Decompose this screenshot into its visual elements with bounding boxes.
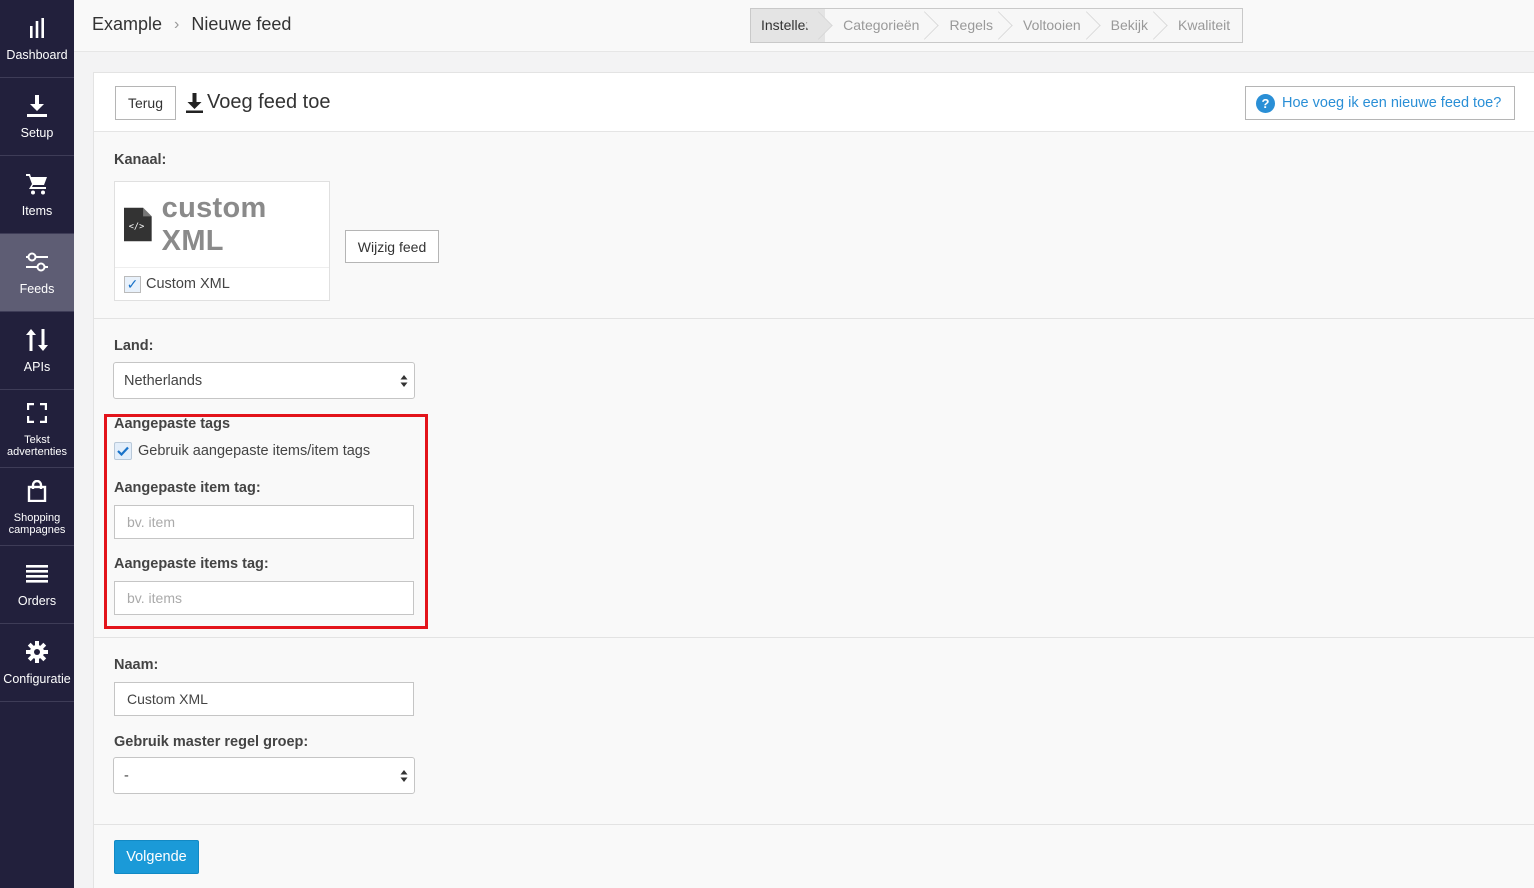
sidebar-item-setup[interactable]: Setup [0, 78, 74, 156]
feed-form-panel: Terug Voeg feed toe ? Hoe voeg ik een ni… [93, 72, 1534, 888]
checkmark-icon [117, 446, 129, 456]
sidebar-item-label: campagnes [8, 523, 66, 536]
custom-tags-checkbox-label: Gebruik aangepaste items/item tags [138, 443, 371, 459]
help-button-label: Hoe voeg ik een nieuwe feed toe? [1282, 95, 1502, 111]
items-tag-label: Aangepaste items tag: [114, 556, 269, 572]
channel-label: Kanaal: [114, 152, 167, 168]
sidebar-item-feeds[interactable]: Feeds [0, 234, 74, 312]
wizard-steps: Instellen Categorieën Regels Voltooien B… [750, 8, 1244, 43]
sidebar-item-label: Shopping [13, 511, 61, 524]
country-select-value: Netherlands [124, 372, 203, 389]
question-icon: ? [1256, 93, 1275, 113]
country-select[interactable]: Netherlands [113, 362, 415, 399]
items-tag-input[interactable] [114, 581, 414, 615]
sidebar-item-label: Setup [20, 126, 54, 140]
custom-tags-checkbox-row: Gebruik aangepaste items/item tags [114, 442, 370, 460]
channel-name: Custom XML [146, 276, 230, 292]
item-tag-input[interactable] [114, 505, 414, 539]
next-button[interactable]: Volgende [114, 840, 199, 874]
download-icon [186, 92, 203, 113]
channel-logo: </> custom XML [115, 182, 329, 268]
item-tag-label: Aangepaste item tag: [114, 480, 261, 496]
checkbox-checked-icon[interactable]: ✓ [124, 275, 141, 293]
sidebar-item-tekst-advertenties[interactable]: Tekst advertenties [0, 390, 74, 468]
sidebar-item-label: Items [21, 204, 53, 218]
download-icon [27, 93, 47, 119]
sidebar-item-label: Feeds [19, 282, 55, 296]
sidebar-item-shopping-campagnes[interactable]: Shopping campagnes [0, 468, 74, 546]
step-kwaliteit[interactable]: Kwaliteit [1160, 9, 1242, 42]
bar-chart-icon [29, 15, 45, 41]
custom-tags-heading: Aangepaste tags [114, 416, 231, 432]
step-voltooien[interactable]: Voltooien [1005, 9, 1093, 42]
step-bekijk[interactable]: Bekijk [1093, 9, 1160, 42]
top-bar: Example › Nieuwe feed Instellen Categori… [74, 0, 1534, 52]
back-button[interactable]: Terug [115, 86, 176, 120]
help-button[interactable]: ? Hoe voeg ik een nieuwe feed toe? [1245, 86, 1515, 120]
step-instellen[interactable]: Instellen [751, 9, 826, 42]
channel-logo-text: custom XML [161, 191, 267, 257]
select-arrows-icon [400, 770, 408, 782]
master-rule-label: Gebruik master regel groep: [114, 734, 309, 750]
custom-tags-checkbox[interactable] [114, 442, 132, 460]
breadcrumb-current: Nieuwe feed [191, 14, 292, 34]
chevron-right-icon: › [174, 15, 180, 33]
shopping-bag-icon [27, 478, 47, 504]
xml-file-icon: </> [124, 207, 152, 242]
sidebar-item-orders[interactable]: Orders [0, 546, 74, 624]
list-icon [26, 561, 48, 587]
sidebar-item-apis[interactable]: APIs [0, 312, 74, 390]
page-title-text: Voeg feed toe [207, 91, 331, 113]
sidebar-item-label: Tekst [24, 433, 50, 446]
select-arrows-icon [400, 375, 408, 387]
sliders-icon [26, 249, 48, 275]
up-down-arrows-icon [26, 327, 48, 353]
channel-checkbox-row: ✓ Custom XML [115, 268, 329, 300]
sidebar-item-configuratie[interactable]: Configuratie [0, 624, 74, 702]
change-feed-button[interactable]: Wijzig feed [345, 230, 439, 263]
master-rule-select-value: - [124, 767, 129, 784]
sidebar-item-items[interactable]: Items [0, 156, 74, 234]
sidebar-item-dashboard[interactable]: Dashboard [0, 0, 74, 78]
sidebar-item-label: APIs [23, 360, 51, 374]
sidebar-item-label: Dashboard [6, 48, 68, 62]
sidebar: Dashboard Setup Items Feeds APIs Tekst ad… [0, 0, 74, 888]
master-rule-select[interactable]: - [113, 757, 415, 794]
sidebar-item-label: advertenties [7, 445, 67, 458]
gear-icon [26, 639, 48, 665]
breadcrumb: Example › Nieuwe feed [92, 14, 291, 35]
sidebar-item-label: Configuratie [3, 672, 71, 686]
frame-corners-icon [27, 400, 47, 426]
step-regels[interactable]: Regels [931, 9, 1005, 42]
country-label: Land: [114, 338, 154, 354]
step-categorieen[interactable]: Categorieën [825, 9, 931, 42]
breadcrumb-root[interactable]: Example [92, 14, 162, 35]
panel-header: Terug Voeg feed toe ? Hoe voeg ik een ni… [94, 73, 1534, 132]
name-section [94, 638, 1534, 825]
page-title: Voeg feed toe [186, 91, 330, 114]
name-label: Naam: [114, 657, 159, 673]
sidebar-item-label: Orders [17, 594, 57, 608]
cart-icon [26, 171, 48, 197]
name-input[interactable] [114, 682, 414, 716]
svg-text:</>: </> [129, 222, 145, 232]
channel-card[interactable]: </> custom XML ✓ Custom XML [114, 181, 330, 301]
